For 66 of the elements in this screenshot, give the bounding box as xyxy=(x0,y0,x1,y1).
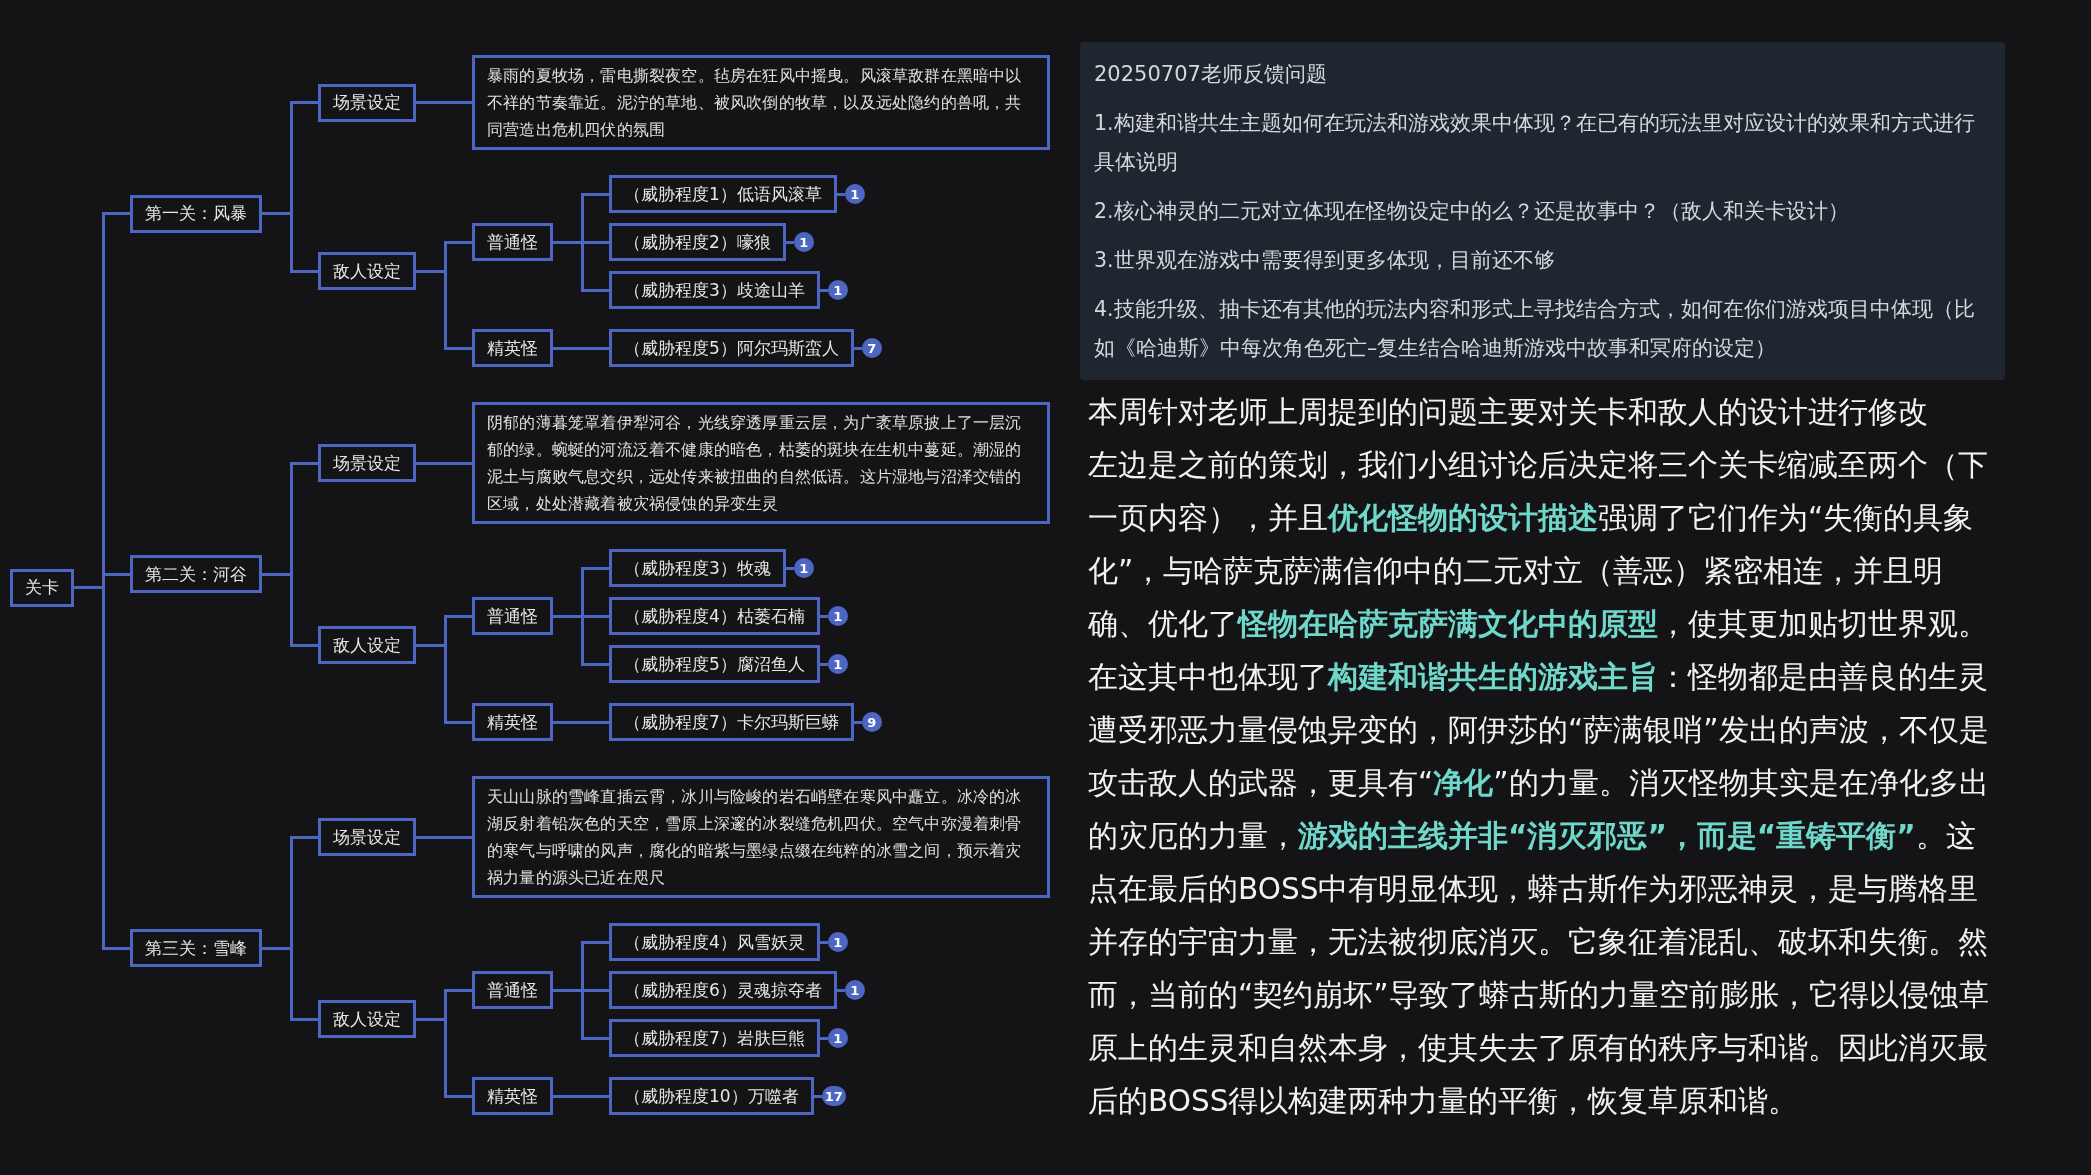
count-badge: 1 xyxy=(827,280,848,300)
topic-node[interactable]: （威胁程度4）枯萎石楠 xyxy=(609,597,820,635)
connector-line xyxy=(262,946,290,950)
count-badge: 1 xyxy=(827,1028,848,1048)
connector-line xyxy=(553,1094,581,1098)
topic-node[interactable]: 场景设定 xyxy=(318,444,416,482)
topic-node[interactable]: 精英怪 xyxy=(472,703,553,741)
count-badge: 1 xyxy=(827,606,848,626)
count-badge: 1 xyxy=(827,654,848,674)
body-paragraph: 左边是之前的策划，我们小组讨论后决定将三个关卡缩减至两个（下一页内容），并且优化怪物的设计描述强调了它们作为“失衡的具象化”，与哈萨克萨满信仰中的二元对立（善恶）紧密相连，并且明确、优化了怪物在哈萨克萨满文化中的原型，使其更加贴切世界观。在这其中也体现了构建和谐共生的游戏主旨：怪物都是由善良的生灵遭受邪恶力量侵蚀异变的，阿伊莎的“萨满银哨”发出的声波，不仅是攻击敌人的武器，更具有“净化”的力量。消灭怪物其实是在净化多出的灾厄的力量，游戏的主线并非“消灭邪恶”，而是“重铸平衡”。这点在最后的BOSS中有明显体现，蟒古斯作为邪恶神灵，是与腾格里并存的宇宙力量，无法被彻底消灭。它象征着混乱、破坏和失衡。然而，当前的“契约崩坏”导致了蟒古斯的力量空前膨胀，它得以侵蚀草原上的生灵和自然本身，使其失去了原有的秩序与和谐。因此消灭最后的BOSS得以构建两种力量的平衡，恢复草原和谐。 xyxy=(1087,447,1990,1120)
scene-description: 暴雨的夏牧场，雷电撕裂夜空。毡房在狂风中摇曳。风滚草敌群在黑暗中以不祥的节奏靠近。泥泞的草地、被风吹倒的牧草，以及远处隐约的兽吼，共同营造出危机四伏的氛围 xyxy=(472,55,1050,150)
topic-node[interactable]: （威胁程度4）风雪妖灵 xyxy=(609,923,820,961)
feedback-question: 2.核心神灵的二元对立体现在怪物设定中的么？还是故事中？（敌人和关卡设计） xyxy=(1094,198,1850,225)
topic-node[interactable]: 第一关：风暴 xyxy=(130,194,262,233)
topic-node[interactable]: （威胁程度2）嚎狼 xyxy=(609,223,786,261)
connector-line xyxy=(553,614,581,618)
count-badge: 17 xyxy=(821,1086,846,1106)
connector-line xyxy=(553,988,581,992)
feedback-question: 1.构建和谐共生主题如何在玩法和游戏效果中体现？在已有的玩法里对应设计的效果和方式进行具体说明 xyxy=(1094,110,1976,176)
connector-line xyxy=(416,461,444,465)
topic-node[interactable]: （威胁程度5）阿尔玛斯蛮人 xyxy=(609,329,854,367)
topic-node[interactable]: 普通怪 xyxy=(472,971,553,1009)
connector-line xyxy=(416,101,444,104)
connector-line xyxy=(553,346,581,350)
topic-node[interactable]: 普通怪 xyxy=(472,597,553,635)
topic-node[interactable]: 精英怪 xyxy=(472,1077,553,1115)
topic-node[interactable]: 精英怪 xyxy=(472,329,553,367)
feedback-question: 3.世界观在游戏中需要得到更多体现，目前还不够 xyxy=(1094,247,1556,274)
topic-node[interactable]: （威胁程度5）腐沼鱼人 xyxy=(609,645,820,683)
count-badge: 1 xyxy=(827,932,848,952)
topic-node[interactable]: （威胁程度1）低语风滚草 xyxy=(609,175,837,213)
count-badge: 9 xyxy=(861,712,882,732)
connector-line xyxy=(416,269,444,273)
topic-node[interactable]: （威胁程度7）卡尔玛斯巨蟒 xyxy=(609,703,854,741)
card-title: 20250707老师反馈问题 xyxy=(1094,61,1328,88)
connector-line xyxy=(553,240,581,244)
topic-node[interactable]: 第三关：雪峰 xyxy=(130,929,262,967)
body-paragraph: 本周针对老师上周提到的问题主要对关卡和敌人的设计进行修改 xyxy=(1087,394,1929,431)
count-badge: 7 xyxy=(861,338,882,358)
connector-line xyxy=(416,835,444,839)
connector-line xyxy=(553,720,581,724)
topic-node[interactable]: 关卡 xyxy=(10,568,74,607)
scene-description: 天山山脉的雪峰直插云霄，冰川与险峻的岩石峭壁在寒风中矗立。冰冷的冰湖反射着铅灰色的天空，雪原上深邃的冰裂缝危机四伏。空气中弥漫着刺骨的寒气与呼啸的风声，腐化的暗紫与墨绿点缀在纯粹的冰雪之间，预示着灾祸力量的源头已近在咫尺 xyxy=(472,776,1050,898)
topic-node[interactable]: 场景设定 xyxy=(318,83,416,122)
count-badge: 1 xyxy=(793,232,814,252)
topic-node[interactable]: （威胁程度3）歧途山羊 xyxy=(609,271,820,309)
topic-node[interactable]: 普通怪 xyxy=(472,223,553,261)
connector-line xyxy=(416,1017,444,1021)
topic-node[interactable]: （威胁程度3）牧魂 xyxy=(609,549,786,587)
count-badge: 1 xyxy=(844,980,865,1000)
topic-node[interactable]: （威胁程度10）万噬者 xyxy=(609,1077,814,1115)
connector-line xyxy=(416,643,444,647)
topic-node[interactable]: 第二关：河谷 xyxy=(130,555,262,593)
scene-description: 阴郁的薄暮笼罩着伊犁河谷，光线穿透厚重云层，为广袤草原披上了一层沉郁的绿。蜿蜒的河流泛着不健康的暗色，枯萎的斑块在生机中蔓延。潮湿的泥土与腐败气息交织，远处传来被扭曲的自然低语。这片湿地与沼泽交错的区域，处处潜藏着被灾祸侵蚀的异变生灵 xyxy=(472,402,1050,524)
topic-node[interactable]: （威胁程度7）岩肤巨熊 xyxy=(609,1019,820,1057)
feedback-question: 4.技能升级、抽卡还有其他的玩法内容和形式上寻找结合方式，如何在你们游戏项目中体现（比如《哈迪斯》中每次角色死亡–复生结合哈迪斯游戏中故事和冥府的设定） xyxy=(1094,296,1976,362)
topic-node[interactable]: 场景设定 xyxy=(318,818,416,856)
topic-node[interactable]: 敌人设定 xyxy=(318,252,416,290)
connector-line xyxy=(74,586,102,589)
topic-node[interactable]: 敌人设定 xyxy=(318,1000,416,1038)
topic-node[interactable]: 敌人设定 xyxy=(318,626,416,664)
topic-node[interactable]: （威胁程度6）灵魂掠夺者 xyxy=(609,971,837,1009)
count-badge: 1 xyxy=(844,184,865,204)
connector-line xyxy=(262,212,290,215)
count-badge: 1 xyxy=(793,558,814,578)
connector-line xyxy=(262,572,290,576)
